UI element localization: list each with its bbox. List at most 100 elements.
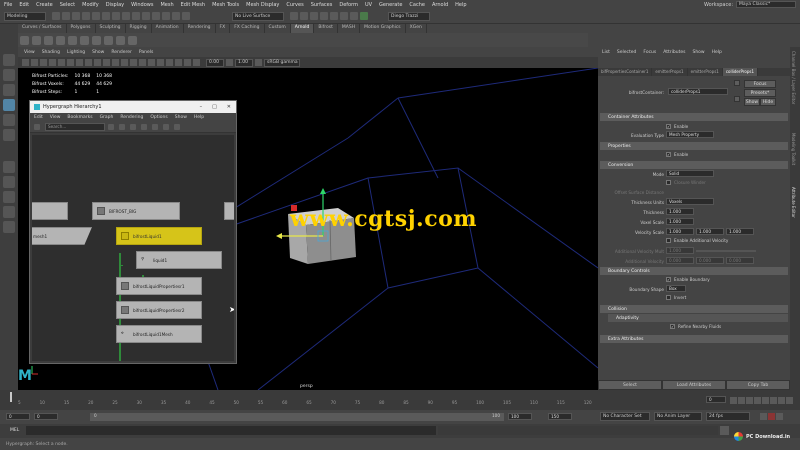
hg-menu-graph[interactable]: Graph [100, 115, 114, 120]
wireframe-icon[interactable] [112, 59, 119, 66]
range-inner-end-field[interactable]: 100 [508, 413, 532, 420]
ae-menu-attributes[interactable]: Attributes [663, 50, 685, 55]
mel-label[interactable]: MEL [10, 428, 19, 433]
bookmark-icon[interactable] [34, 123, 40, 130]
hg-menu-show[interactable]: Show [175, 115, 187, 120]
gamma-icon[interactable] [226, 59, 233, 66]
ae-tab-active[interactable]: colliderProps1 [722, 68, 758, 76]
hg-menu-edit[interactable]: Edit [34, 115, 43, 120]
menu-mesh-tools[interactable]: Mesh Tools [212, 2, 239, 8]
undo-icon[interactable] [82, 12, 90, 20]
node-liquid-mesh[interactable]: ⟡ bifrostLiquid1Mesh [116, 325, 202, 343]
go-to-start-icon[interactable] [730, 397, 737, 404]
step-back-frame-icon[interactable] [746, 397, 753, 404]
workspace-dropdown[interactable]: Maya Classic* [736, 1, 796, 8]
add-vel-z[interactable]: 0.000 [726, 257, 754, 264]
menu-mesh[interactable]: Mesh [160, 2, 173, 8]
hypergraph-canvas[interactable]: BIFROST_BIG mesh1 bifrostLiquid1 ⚲ liqui… [32, 135, 234, 361]
view-transform-dropdown[interactable]: sRGB gamma [264, 58, 300, 67]
panel-menu-show[interactable]: Show [92, 50, 104, 55]
maximize-icon[interactable]: □ [212, 104, 217, 110]
thickness-units-dropdown[interactable]: Voxels [666, 198, 714, 205]
range-start-field[interactable]: 0 [6, 413, 30, 420]
input-connection-icon[interactable] [734, 80, 740, 86]
copy-tab-button[interactable]: Copy Tab [726, 380, 790, 390]
rotate-tool-icon[interactable] [3, 114, 15, 126]
menu-curves[interactable]: Curves [286, 2, 303, 8]
menu-edit[interactable]: Edit [19, 2, 29, 8]
frame-all-icon[interactable] [108, 123, 114, 130]
arnold-tx-manager-icon[interactable] [128, 35, 137, 45]
output-connection-icon[interactable] [734, 96, 740, 102]
shelf-tab-animation[interactable]: Animation [152, 24, 184, 33]
hg-menu-help[interactable]: Help [194, 115, 204, 120]
side-tab-attribute-editor[interactable]: Attribute Editor [791, 187, 796, 218]
shadows-icon[interactable] [148, 59, 155, 66]
ambient-occlusion-icon[interactable] [157, 59, 164, 66]
boundary-shape-dropdown[interactable]: Box [666, 285, 686, 292]
section-boundary-controls[interactable]: Boundary Controls [600, 267, 788, 275]
menu-uv[interactable]: UV [365, 2, 372, 8]
open-scene-icon[interactable] [62, 12, 70, 20]
ae-menu-help[interactable]: Help [712, 50, 722, 55]
menu-mesh-display[interactable]: Mesh Display [246, 2, 279, 8]
section-extra-attributes[interactable]: Extra Attributes [600, 335, 788, 343]
bookmark-icon[interactable] [40, 59, 47, 66]
gamma-field[interactable]: 1.00 [235, 58, 253, 67]
field-chart-icon[interactable] [94, 59, 101, 66]
invert-checkbox[interactable]: Invert [666, 295, 686, 300]
render-frame-icon[interactable] [300, 12, 308, 20]
mode-dropdown[interactable]: Solid [666, 170, 714, 177]
scale-tool-icon[interactable] [3, 129, 15, 141]
character-set-dropdown[interactable]: No Character Set [600, 412, 650, 421]
resolution-gate-icon[interactable] [76, 59, 83, 66]
ae-tab[interactable]: bifPropertiesContainer1 [598, 68, 653, 76]
loop-icon[interactable] [760, 413, 767, 420]
arnold-physical-sky-icon[interactable] [80, 35, 89, 45]
thickness-field[interactable]: 1.000 [666, 208, 694, 215]
snap-together-icon[interactable] [3, 161, 15, 173]
add-vel-x[interactable]: 0.000 [666, 257, 694, 264]
isolate-select-icon[interactable] [184, 59, 191, 66]
hg-menu-view[interactable]: View [50, 115, 61, 120]
menu-deform[interactable]: Deform [339, 2, 358, 8]
add-vel-mult-field[interactable]: 1.000 [666, 247, 694, 254]
arnold-render-view-icon[interactable] [20, 35, 29, 45]
arnold-volume-icon[interactable] [104, 35, 113, 45]
scene-hierarchy-icon[interactable] [130, 123, 136, 130]
shelf-tab-polygons[interactable]: Polygons [67, 24, 96, 33]
arnold-skydome-light-icon[interactable] [68, 35, 77, 45]
paint-select-tool-icon[interactable] [3, 84, 15, 96]
layout-icon[interactable] [163, 123, 169, 130]
shelf-tab-arnold[interactable]: Arnold [290, 24, 315, 33]
current-time-indicator[interactable] [10, 392, 12, 402]
side-tab-modeling-toolkit[interactable]: Modeling Toolkit [791, 133, 796, 165]
refine-nearby-checkbox[interactable]: ✓ Refine Nearby Fluids [670, 324, 721, 329]
eval-type-dropdown[interactable]: Mesh Property [666, 131, 714, 138]
range-inner-start-field[interactable]: 0 [34, 413, 58, 420]
arnold-area-light-icon[interactable] [32, 35, 41, 45]
render-view-icon[interactable] [330, 12, 338, 20]
arnold-mesh-light-icon[interactable] [44, 35, 53, 45]
shelf-tab-xgen[interactable]: XGen [406, 24, 427, 33]
camera-select-icon[interactable] [22, 59, 29, 66]
node-liquid-props-1[interactable]: bifrostLiquidPropertiesr1 [116, 277, 202, 295]
velocity-scale-z[interactable]: 1.000 [726, 228, 754, 235]
node-bifrost-liquid[interactable]: bifrostLiquid1 [116, 227, 202, 245]
ae-menu-selected[interactable]: Selected [617, 50, 637, 55]
hg-menu-rendering[interactable]: Rendering [120, 115, 143, 120]
snap-point-icon[interactable] [152, 12, 160, 20]
node-liquid-child[interactable]: ⚲ liquid1 [136, 251, 222, 269]
menu-create[interactable]: Create [36, 2, 53, 8]
enable-add-velocity-checkbox[interactable]: Enable Additional Velocity [666, 238, 728, 243]
history-icon[interactable] [182, 12, 190, 20]
range-slider[interactable]: 0 100 [90, 413, 504, 421]
hg-menu-options[interactable]: Options [150, 115, 167, 120]
hypergraph-search-input[interactable]: Search... [45, 122, 105, 131]
menu-file[interactable]: File [4, 2, 12, 8]
side-tab-channel-box[interactable]: Channel Box / Layer Editor [791, 51, 796, 104]
toggle-sidebar-icon[interactable] [360, 12, 368, 20]
ae-tab[interactable]: emitterProps1 [688, 68, 723, 76]
focus-button[interactable]: Focus [744, 80, 776, 88]
hide-button[interactable]: Hide [760, 98, 776, 106]
